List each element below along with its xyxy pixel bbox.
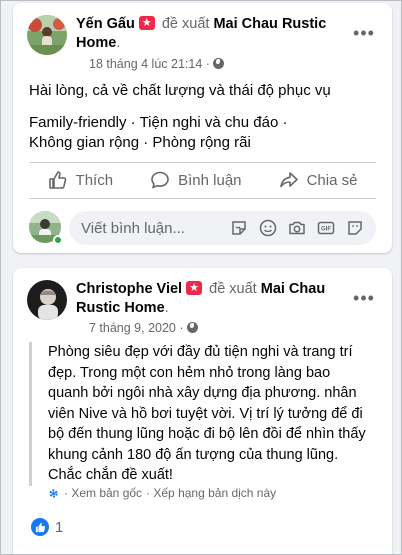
sticker-smile-icon[interactable] — [346, 219, 364, 237]
author-avatar[interactable] — [27, 15, 67, 55]
comment-button[interactable]: Bình luận — [150, 170, 242, 190]
like-reaction-icon — [31, 518, 49, 536]
recommendation-tags: Family-friendly · Tiện nghi và chu đáo ·… — [29, 113, 376, 153]
post-header: Yến Gấu đề xuất Mai Chau Rustic Home. — [76, 14, 352, 53]
post-card-2: Christophe Viel đề xuất Mai Chau Rustic … — [13, 268, 392, 555]
page-link-line-2[interactable]: Rustic Home — [76, 300, 165, 316]
gear-icon[interactable] — [47, 487, 60, 500]
recommend-icon — [138, 14, 155, 33]
globe-icon — [212, 58, 224, 69]
like-button[interactable]: Thích — [48, 170, 114, 190]
page-suffix: . — [164, 300, 169, 316]
recommend-verb: đề xuất — [209, 281, 257, 297]
reaction-count: 1 — [55, 518, 64, 536]
globe-icon — [186, 322, 198, 333]
post-meta: 18 tháng 4 lúc 21:14 · — [89, 56, 224, 72]
action-bar: Thích Bình luận Chia sẻ — [29, 164, 376, 196]
page-link-line-1[interactable]: Mai Chau — [261, 281, 325, 297]
timestamp[interactable]: 18 tháng 4 lúc 21:14 · — [89, 57, 210, 71]
like-label: Thích — [75, 171, 114, 189]
comment-tools: GIF — [230, 219, 376, 237]
share-button[interactable]: Chia sẻ — [279, 170, 358, 190]
recommend-icon — [186, 279, 203, 298]
translated-post-text: Phòng siêu đẹp với đầy đủ tiện nghi và t… — [29, 342, 376, 486]
rate-translation-link[interactable]: · Xếp hạng bản dịch này — [146, 486, 276, 500]
svg-text:GIF: GIF — [321, 227, 331, 233]
share-arrow-icon — [279, 172, 298, 188]
gif-icon[interactable]: GIF — [317, 219, 335, 237]
camera-icon[interactable] — [288, 219, 306, 237]
tags-line-1: Family-friendly · Tiện nghi và chu đáo · — [29, 114, 288, 131]
online-status-dot — [53, 235, 63, 245]
author-name[interactable]: Yến Gấu — [76, 16, 135, 32]
timestamp[interactable]: 7 tháng 9, 2020 · — [89, 321, 184, 335]
translation-row: · Xem bản gốc · Xếp hạng bản dịch này — [47, 486, 276, 500]
post-card-1: Yến Gấu đề xuất Mai Chau Rustic Home. 18… — [13, 3, 392, 253]
comment-input[interactable]: Viết bình luận... GIF — [69, 211, 376, 245]
see-original-link[interactable]: · Xem bản gốc — [64, 486, 142, 500]
post-header: Christophe Viel đề xuất Mai Chau Rustic … — [76, 279, 352, 318]
post-text: Hài lòng, cả về chất lượng và thái độ ph… — [29, 82, 331, 99]
speech-bubble-icon — [151, 171, 169, 189]
thumbs-up-icon — [48, 171, 66, 189]
comment-composer: Viết bình luận... GIF — [29, 211, 376, 247]
author-avatar[interactable] — [27, 280, 67, 320]
share-label: Chia sẻ — [306, 171, 358, 189]
post-meta: 7 tháng 9, 2020 · — [89, 320, 198, 336]
divider — [29, 162, 376, 163]
sticker-icon[interactable] — [230, 219, 248, 237]
emoji-icon[interactable] — [259, 219, 277, 237]
divider — [29, 198, 376, 199]
author-name[interactable]: Christophe Viel — [76, 281, 182, 297]
more-horizontal-icon[interactable]: ••• — [352, 23, 376, 47]
reaction-summary[interactable]: 1 — [31, 518, 63, 536]
recommend-verb: đề xuất — [161, 16, 210, 32]
comment-placeholder: Viết bình luận... — [81, 219, 185, 237]
page-suffix: . — [116, 35, 121, 51]
more-horizontal-icon[interactable]: ••• — [352, 288, 376, 312]
tags-line-2: Không gian rộng · Phòng rộng rãi — [29, 134, 251, 151]
comment-label: Bình luận — [178, 171, 242, 189]
